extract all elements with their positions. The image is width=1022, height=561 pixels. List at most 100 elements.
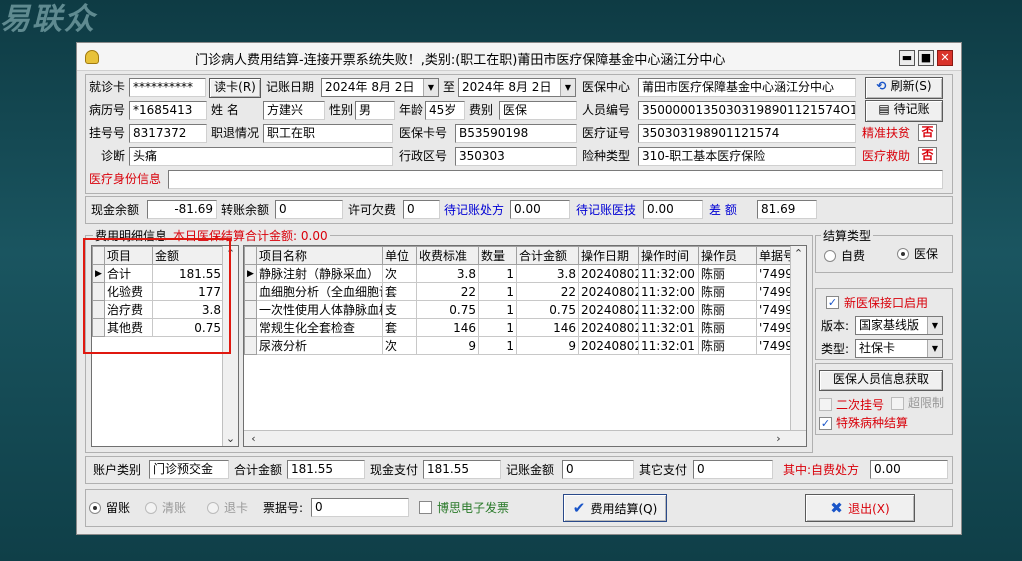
unit-cell[interactable]: 支 [382, 300, 417, 319]
clear-radio[interactable] [145, 502, 157, 514]
receipt-field[interactable]: 0 [311, 498, 409, 517]
operator-cell[interactable]: 陈丽 [698, 264, 757, 283]
col-time[interactable]: 操作时间 [638, 246, 699, 265]
doc-cell[interactable]: '7499 [756, 318, 791, 337]
pending-rx-field[interactable]: 0.00 [510, 200, 570, 219]
close-button[interactable]: ✕ [937, 50, 953, 66]
price-cell[interactable]: 0.75 [416, 300, 479, 319]
total-field[interactable]: 181.55 [287, 460, 365, 479]
diag-field[interactable]: 头痛 [129, 147, 393, 166]
scroll-left-icon[interactable]: ‹ [246, 431, 261, 446]
risk-field[interactable]: 310-职工基本医疗保险 [638, 147, 856, 166]
settle-button[interactable]: ✔ 费用结算(Q) [563, 494, 667, 522]
price-cell[interactable]: 3.8 [416, 264, 479, 283]
new-interface-checkbox[interactable]: ✓ [826, 296, 839, 309]
record-field[interactable]: *1685413 [129, 101, 207, 120]
item-row[interactable]: 尿液分析次 9 1 9 20240802 11:32:01 陈丽 '7499 [244, 336, 791, 355]
qty-cell[interactable]: 1 [478, 318, 517, 337]
unit-cell[interactable]: 次 [382, 336, 417, 355]
keep-radio[interactable] [89, 502, 101, 514]
item-name-cell[interactable]: 血细胞分析（全血细胞计数） [256, 282, 383, 301]
age-field[interactable]: 45岁 [425, 101, 465, 120]
other-pay-field[interactable]: 0 [693, 460, 773, 479]
doc-cell[interactable]: '7499 [756, 300, 791, 319]
price-cell[interactable]: 146 [416, 318, 479, 337]
identity-field[interactable] [168, 170, 943, 189]
operator-cell[interactable]: 陈丽 [698, 282, 757, 301]
date-cell[interactable]: 20240802 [578, 264, 639, 283]
date-cell[interactable]: 20240802 [578, 318, 639, 337]
col-operator[interactable]: 操作员 [698, 246, 757, 265]
poverty-field[interactable]: 否 [918, 124, 937, 141]
pending-account-button[interactable]: ▤ 待记账 [865, 100, 943, 122]
qty-cell[interactable]: 1 [478, 264, 517, 283]
total-cell[interactable]: 0.75 [516, 300, 579, 319]
total-cell[interactable]: 3.8 [516, 264, 579, 283]
unit-cell[interactable]: 次 [382, 264, 417, 283]
item-name-cell[interactable]: 静脉注射（静脉采血） [256, 264, 383, 283]
operator-cell[interactable]: 陈丽 [698, 336, 757, 355]
total-cell[interactable]: 9 [516, 336, 579, 355]
person-no-field[interactable]: 35000001350303198901121574O1 [638, 101, 856, 120]
sex-field[interactable]: 男 [355, 101, 395, 120]
type-select[interactable]: 社保卡 ▼ [855, 339, 943, 358]
time-cell[interactable]: 11:32:00 [638, 282, 699, 301]
over-limit-checkbox[interactable] [891, 397, 904, 410]
get-insured-info-button[interactable]: 医保人员信息获取 [819, 370, 943, 391]
date-cell[interactable]: 20240802 [578, 282, 639, 301]
date-cell[interactable]: 20240802 [578, 336, 639, 355]
doc-cell[interactable]: '7499 [756, 336, 791, 355]
items-hscroll[interactable]: ‹ › [244, 430, 806, 446]
transfer-field[interactable]: 0 [275, 200, 343, 219]
second-reg-checkbox[interactable] [819, 398, 832, 411]
col-doc[interactable]: 单据号 [756, 246, 791, 265]
col-qty[interactable]: 数量 [478, 246, 517, 265]
time-cell[interactable]: 11:32:01 [638, 318, 699, 337]
operator-cell[interactable]: 陈丽 [698, 318, 757, 337]
total-cell[interactable]: 146 [516, 318, 579, 337]
doc-cell[interactable]: '7499 [756, 264, 791, 283]
item-name-cell[interactable]: 常规生化全套检查 [256, 318, 383, 337]
unit-cell[interactable]: 套 [382, 318, 417, 337]
item-row[interactable]: 常规生化全套检查套 146 1 146 20240802 11:32:01 陈丽 '7499 [244, 318, 791, 337]
doc-cell[interactable]: '7499 [756, 282, 791, 301]
fee-type-field[interactable]: 医保 [499, 101, 577, 120]
col-date[interactable]: 操作日期 [578, 246, 639, 265]
account-type-field[interactable]: 门诊预交金 [149, 460, 229, 479]
scroll-right-icon[interactable]: › [771, 431, 786, 446]
refund-radio[interactable] [207, 502, 219, 514]
credit-limit-field[interactable]: 0 [403, 200, 440, 219]
time-cell[interactable]: 11:32:01 [638, 336, 699, 355]
name-field[interactable]: 方建兴 [263, 101, 325, 120]
aid-field[interactable]: 否 [918, 147, 937, 164]
item-name-cell[interactable]: 尿液分析 [256, 336, 383, 355]
region-field[interactable]: 350303 [455, 147, 577, 166]
cash-field[interactable]: -81.69 [147, 200, 217, 219]
items-vscroll[interactable]: ⌃ [790, 246, 806, 430]
version-select[interactable]: 国家基线版 ▼ [855, 316, 943, 335]
insurance-radio[interactable] [897, 248, 909, 260]
credit-amount-field[interactable]: 0 [562, 460, 634, 479]
time-cell[interactable]: 11:32:00 [638, 264, 699, 283]
cash-pay-field[interactable]: 181.55 [423, 460, 501, 479]
item-name-cell[interactable]: 一次性使用人体静脉血样采集容器 [256, 300, 383, 319]
card-field[interactable]: ********** [129, 78, 206, 97]
date-cell[interactable]: 20240802 [578, 300, 639, 319]
price-cell[interactable]: 9 [416, 336, 479, 355]
item-row[interactable]: ▶ 静脉注射（静脉采血）次 3.8 1 3.8 20240802 11:32:00 陈丽 '74… [244, 264, 791, 283]
scroll-down-icon[interactable]: ⌄ [223, 431, 238, 446]
refresh-button[interactable]: ⟲ 刷新(S) [865, 77, 943, 99]
einvoice-checkbox[interactable] [419, 501, 432, 514]
maximize-button[interactable]: ■ [918, 50, 934, 66]
cert-field[interactable]: 350303198901121574 [638, 124, 856, 143]
self-rx-field[interactable]: 0.00 [870, 460, 948, 479]
scroll-up-icon[interactable]: ⌃ [791, 246, 806, 261]
price-cell[interactable]: 22 [416, 282, 479, 301]
date-from-picker[interactable]: 2024年 8月 2日 ▼ [321, 78, 439, 97]
col-unit[interactable]: 单位 [382, 246, 417, 265]
time-cell[interactable]: 11:32:00 [638, 300, 699, 319]
center-field[interactable]: 莆田市医疗保障基金中心涵江分中心 [638, 78, 856, 97]
item-row[interactable]: 血细胞分析（全血细胞计数）套221222024080211:32:00陈丽'74… [244, 282, 791, 301]
pending-tech-field[interactable]: 0.00 [643, 200, 703, 219]
items-grid[interactable]: 项目名称 单位 收费标准 数量 合计金额 操作日期 操作时间 操作员 单据号 ▶… [243, 245, 807, 447]
